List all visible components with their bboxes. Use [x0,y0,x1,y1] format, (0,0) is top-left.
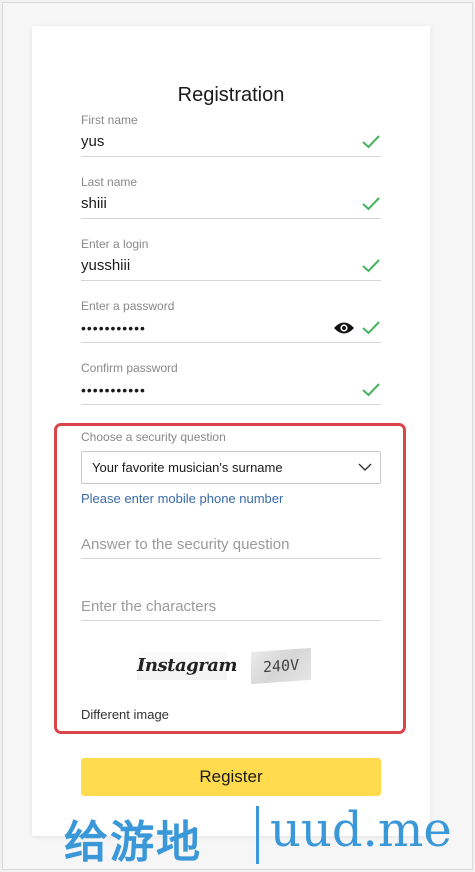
first-name-field: First name yus [81,112,381,157]
confirm-password-value: ••••••••••• [81,382,146,398]
first-name-input[interactable]: yus [81,128,381,157]
password-input[interactable]: ••••••••••• [81,314,381,343]
login-label: Enter a login [81,237,149,251]
security-question-value: Your favorite musician's surname [92,460,283,475]
security-question-select[interactable]: Your favorite musician's surname [81,451,381,484]
password-value: ••••••••••• [81,320,146,336]
confirm-password-input[interactable]: ••••••••••• [81,376,381,405]
security-question-label: Choose a security question [81,430,226,444]
captcha-image-part-1: Instagram [137,652,237,680]
chevron-down-icon [358,463,372,471]
login-input[interactable]: yusshiii [81,252,381,281]
check-icon [362,259,380,273]
page-title: Registration [177,84,285,106]
last-name-input[interactable]: shiii [81,190,381,219]
login-value: yusshiii [81,257,131,274]
last-name-value: shiii [81,195,107,212]
phone-number-link[interactable]: Please enter mobile phone number [81,491,283,506]
check-icon [362,321,380,335]
captcha-image-part-2: 240V [251,647,311,685]
confirm-password-label: Confirm password [81,361,178,375]
first-name-label: First name [81,113,138,127]
first-name-value: yus [81,133,105,150]
security-answer-input[interactable]: Answer to the security question [81,532,381,559]
watermark-domain: uud.me [270,802,452,858]
last-name-label: Last name [81,175,138,189]
confirm-password-field: Confirm password ••••••••••• [81,360,381,405]
watermark-chinese: 给游地 [64,817,202,868]
check-icon [362,135,380,149]
check-icon [362,383,380,397]
register-button[interactable]: Register [81,758,381,796]
eye-icon[interactable] [333,321,355,335]
watermark-divider [256,806,259,864]
watermark: 给游地 uud.me [64,800,464,868]
captcha-input[interactable]: Enter the characters [81,594,381,621]
check-icon [362,197,380,211]
last-name-field: Last name shiii [81,174,381,219]
password-label: Enter a password [81,299,175,313]
password-field: Enter a password ••••••••••• [81,298,381,343]
login-field: Enter a login yusshiii [81,236,381,281]
different-image-link[interactable]: Different image [81,707,169,722]
